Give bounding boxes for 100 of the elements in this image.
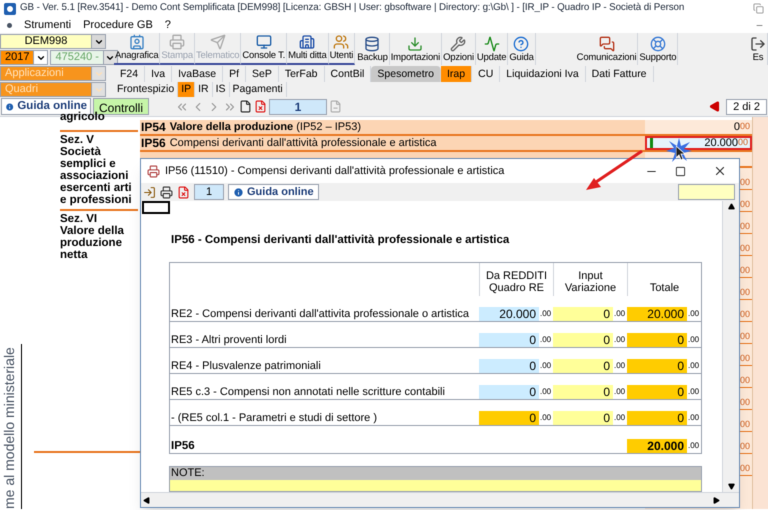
printer-icon — [169, 34, 186, 50]
decimals-text: .00 — [539, 360, 552, 372]
value-field[interactable]: 20.00000 — [645, 136, 752, 150]
maximize-icon[interactable] — [675, 166, 686, 176]
row-label: RE5 c.3 - Compensi non annotati nelle scritture contabili — [170, 385, 446, 400]
module-tab[interactable]: SeP — [246, 66, 279, 82]
module-tab[interactable]: Spesometro — [371, 66, 442, 82]
delete-icon[interactable] — [177, 186, 190, 198]
amount-field[interactable]: 20.000 — [479, 307, 539, 322]
menu-item[interactable]: Strumenti — [24, 16, 72, 34]
scroll-down-icon[interactable] — [728, 483, 734, 490]
download-icon — [407, 36, 424, 52]
toolbar-button[interactable]: Update — [476, 33, 508, 65]
cell-selector — [142, 201, 170, 214]
amount-field[interactable]: 0 — [553, 307, 613, 322]
delete-page-icon[interactable] — [254, 100, 268, 113]
decimals-text: 00 — [740, 440, 750, 452]
info-icon — [5, 100, 14, 112]
amount-field[interactable]: 0 — [627, 385, 687, 400]
toolbar-button[interactable]: Multi ditta — [287, 33, 329, 65]
amount-field[interactable]: 0 — [479, 411, 539, 426]
vertical-scrollbar[interactable] — [722, 201, 739, 492]
value-field[interactable]: 000 — [645, 120, 752, 134]
amount-field[interactable]: 20.000 — [627, 439, 687, 454]
column-header: Input Variazione — [553, 263, 627, 296]
page-field[interactable]: 1 — [194, 184, 224, 200]
decimals-text: 00 — [740, 352, 750, 364]
amount-field[interactable]: 0 — [553, 333, 613, 348]
side-caption: me al modello ministeriale — [0, 344, 22, 509]
decimals-text: 00 — [740, 264, 750, 276]
status-field[interactable] — [678, 184, 735, 200]
decimals-text: 00 — [740, 198, 750, 210]
page-field[interactable]: 1 — [269, 98, 328, 114]
amount-field[interactable]: 0 — [479, 385, 539, 400]
section-title: Sez. V — [60, 134, 95, 146]
toolbar-button[interactable]: Opzioni — [442, 33, 476, 65]
toolbar-button[interactable]: Utenti — [328, 33, 356, 65]
amount-field[interactable]: 0 — [479, 333, 539, 348]
toolbar-button[interactable]: Anagrafica — [114, 33, 160, 65]
help-icon — [513, 36, 530, 52]
horizontal-scrollbar[interactable] — [141, 492, 739, 507]
info-icon — [233, 186, 244, 198]
decimals-text: .00 — [687, 440, 700, 452]
toolbar-button[interactable]: Supporto — [638, 33, 678, 65]
company-dropdown[interactable]: DEM998 — [0, 34, 106, 49]
decimals-text: .00 — [687, 308, 700, 320]
wrench-icon — [450, 36, 466, 52]
toolbar-button[interactable]: Guida — [508, 33, 536, 65]
new-page-icon[interactable] — [239, 100, 252, 113]
decimals-text: .00 — [613, 308, 626, 320]
scroll-up-icon[interactable] — [728, 203, 734, 210]
notes-field[interactable] — [170, 480, 701, 491]
chat-icon — [598, 36, 615, 52]
decimals-text: .00 — [613, 386, 626, 398]
module-tab[interactable]: CU — [472, 66, 500, 82]
menu-item[interactable]: Procedure GB — [83, 16, 153, 34]
scroll-left-icon[interactable] — [143, 496, 150, 504]
online-help-button[interactable]: Guida online — [228, 184, 319, 200]
decimals-text: 00 — [740, 220, 750, 232]
amount-field[interactable]: 0 — [553, 411, 613, 426]
dialog-app-icon — [147, 164, 160, 178]
amount-field[interactable]: 0 — [627, 333, 687, 348]
toolbar-button[interactable]: Es — [749, 33, 768, 65]
users-icon — [333, 34, 350, 50]
amount-field[interactable]: 0 — [627, 359, 687, 374]
print-icon[interactable] — [160, 186, 173, 198]
amount-field[interactable]: 0 — [553, 385, 613, 400]
module-tab[interactable]: Liquidazioni Iva — [500, 66, 586, 82]
exit-icon[interactable] — [143, 186, 156, 198]
scroll-right-icon[interactable] — [713, 496, 720, 504]
send-icon — [210, 34, 226, 50]
decimals-text: 00 — [740, 286, 750, 298]
amount-field[interactable]: 0 — [479, 359, 539, 374]
decimals-text: .00 — [687, 386, 700, 398]
module-tab[interactable]: Iva — [145, 66, 172, 82]
toolbar-button[interactable]: Importazioni — [390, 33, 442, 65]
toolbar-button[interactable]: Comunicazioni — [576, 33, 638, 65]
menu-item[interactable]: ? — [164, 16, 171, 34]
amount-field[interactable]: 0 — [627, 411, 687, 426]
decimals-text: 00 — [740, 418, 750, 430]
module-tab[interactable]: TerFab — [278, 66, 325, 82]
toolbar-button[interactable]: Backup — [356, 33, 390, 65]
database-icon — [364, 36, 380, 52]
year-dropdown[interactable]: 2017 — [0, 50, 48, 65]
app-logo-icon — [4, 2, 16, 14]
restore-icon[interactable] — [753, 3, 764, 14]
back-arrow-icon[interactable] — [709, 101, 720, 112]
decimals-text: .00 — [613, 334, 626, 346]
quadro-tab[interactable]: IP — [178, 82, 196, 97]
amount-field[interactable]: 0 — [553, 359, 613, 374]
module-tab[interactable]: Irap — [441, 66, 472, 82]
module-tab[interactable]: Pf — [223, 66, 246, 82]
module-tab[interactable]: Dati Fatture — [586, 66, 654, 82]
close-icon[interactable] — [713, 164, 727, 178]
toolbar-button[interactable]: Console T. — [241, 33, 288, 65]
amount-field[interactable]: 20.000 — [627, 307, 687, 322]
pulse-icon — [484, 36, 500, 52]
decimals-text: .00 — [687, 412, 700, 424]
decimals-text: 00 — [740, 308, 750, 320]
module-tab[interactable]: F24 — [114, 66, 146, 82]
